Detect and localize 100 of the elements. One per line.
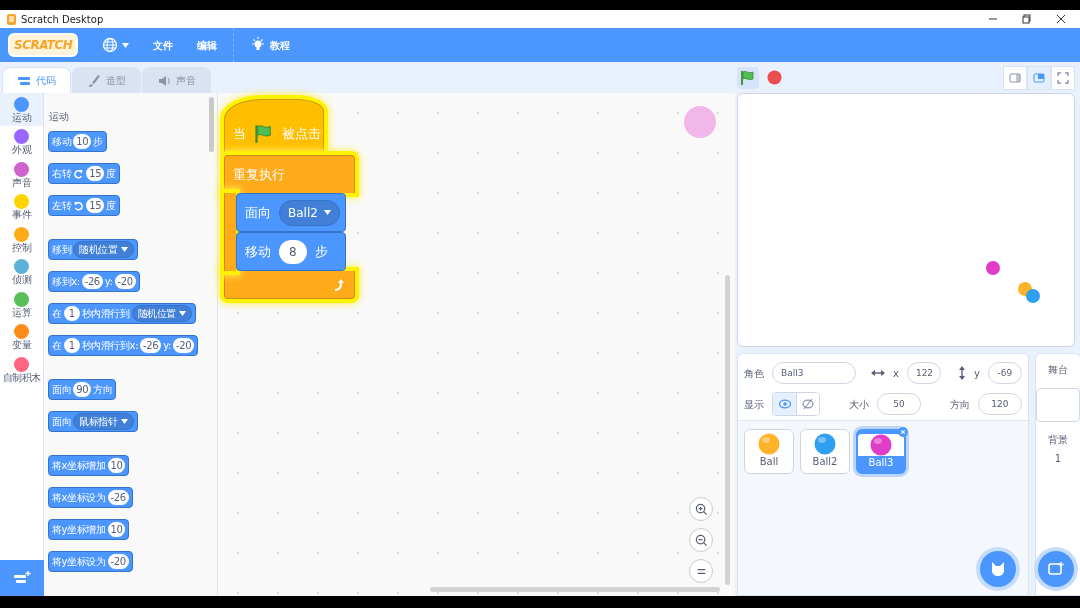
code-block[interactable]: 将x坐标增加 10 [48, 455, 130, 476]
code-block[interactable]: 将x坐标设为 -26 [48, 487, 133, 508]
add-sprite-button[interactable] [979, 551, 1016, 587]
code-block[interactable]: 面向 鼠标指针 [48, 411, 138, 432]
block-label: 右转 [52, 167, 72, 181]
block-label: 左转 [52, 199, 72, 213]
category-item[interactable]: 侦测 [0, 255, 43, 288]
category-item[interactable]: 运动 [0, 93, 43, 126]
backdrop-thumbnail[interactable] [1035, 388, 1080, 422]
sprite-tile[interactable]: Ball [744, 429, 794, 474]
dropdown-menu[interactable]: Ball2 [279, 199, 340, 226]
block-label: 移动 [52, 135, 72, 149]
category-item[interactable]: 控制 [0, 223, 43, 256]
code-block[interactable]: 移到x: -26 y: -20 [48, 271, 140, 292]
number-input[interactable]: 10 [73, 134, 92, 149]
number-input[interactable]: -20 [114, 274, 136, 289]
horizontal-arrow-icon [871, 369, 885, 377]
size-field[interactable]: 50 [876, 393, 921, 415]
category-item[interactable]: 事件 [0, 190, 43, 223]
code-block[interactable]: 移动 10 步 [48, 131, 107, 152]
number-input[interactable]: 1 [63, 306, 80, 321]
scrollbar[interactable] [209, 97, 214, 152]
number-input[interactable]: 90 [73, 382, 92, 397]
extension-icon [13, 570, 31, 586]
code-block[interactable]: 面向 90 方向 [48, 379, 117, 400]
number-input[interactable]: 10 [107, 522, 126, 537]
block-label: 面向 [52, 383, 72, 397]
code-block[interactable]: 在 1 秒内滑行到x: -26 y: -20 [48, 335, 199, 356]
lightbulb-icon [250, 37, 267, 53]
category-item[interactable]: 自制积木 [0, 353, 43, 386]
stop-icon [766, 70, 782, 85]
block-label: 面向 [245, 203, 271, 222]
eye-icon [778, 398, 791, 410]
add-extension-button[interactable] [0, 560, 44, 596]
category-item[interactable]: 声音 [0, 158, 43, 191]
sprite-name: Ball3 [868, 457, 894, 468]
costume-icon [87, 73, 101, 88]
code-block[interactable]: 将y坐标设为 -20 [48, 551, 133, 572]
category-label: 控制 [12, 241, 31, 254]
category-item[interactable]: 变量 [0, 320, 43, 353]
x-field[interactable]: 122 [906, 362, 941, 384]
number-input[interactable]: -20 [173, 338, 195, 353]
block-label: 当 [233, 125, 246, 144]
number-input[interactable]: -20 [107, 554, 129, 569]
window-title: Scratch Desktop [21, 12, 104, 27]
category-label: 变量 [12, 339, 31, 352]
code-block[interactable]: 将y坐标增加 10 [48, 519, 130, 540]
close-icon[interactable] [1056, 14, 1066, 24]
sprite-name: Ball2 [812, 456, 838, 467]
code-block[interactable]: 移到 随机位置 [48, 239, 138, 260]
block-label: 重复执行 [233, 165, 285, 184]
show-button[interactable] [773, 393, 796, 415]
forever-block[interactable]: 重复执行 面向 Ball2 移动 8 步 [224, 155, 355, 299]
zoom-out-button[interactable] [689, 528, 713, 552]
number-input[interactable]: -26 [140, 338, 162, 353]
dropdown-menu[interactable]: 随机位置 [73, 241, 134, 258]
direction-field[interactable]: 120 [977, 393, 1022, 415]
code-block[interactable]: 在 1 秒内滑行到 随机位置 [48, 303, 197, 324]
block-label: 移到x: [52, 275, 80, 289]
zoom-in-icon [693, 501, 709, 517]
scrollbar[interactable] [725, 275, 730, 585]
y-field[interactable]: -69 [987, 362, 1022, 384]
category-item[interactable]: 运算 [0, 288, 43, 321]
delete-icon[interactable] [898, 427, 908, 437]
scrollbar[interactable] [430, 587, 720, 592]
category-item[interactable]: 外观 [0, 125, 43, 158]
stage-layout-button[interactable] [1003, 65, 1027, 90]
sprite-tile[interactable]: Ball2 [800, 429, 850, 474]
block-label: 度 [106, 167, 116, 181]
backdrops-label: 背景 [1047, 433, 1068, 447]
category-label: 运动 [12, 111, 31, 124]
sprite-name-field[interactable]: Ball3 [772, 362, 856, 384]
block-label: 秒内滑行到 [81, 307, 130, 321]
number-input[interactable]: 10 [107, 458, 126, 473]
maximize-icon[interactable] [1022, 14, 1032, 24]
small-stage-icon [1008, 70, 1022, 85]
number-input[interactable]: 15 [86, 166, 105, 181]
code-block[interactable]: 左转 15 度 [48, 195, 120, 216]
zoom-reset-button[interactable] [689, 559, 713, 583]
dropdown-menu[interactable]: 鼠标指针 [73, 413, 134, 430]
number-input[interactable]: 15 [86, 198, 105, 213]
add-backdrop-button[interactable] [1037, 551, 1074, 587]
number-input[interactable]: -26 [81, 274, 103, 289]
flag-button[interactable] [737, 66, 759, 89]
dropdown-menu[interactable]: 随机位置 [131, 305, 193, 322]
caret-icon [323, 210, 331, 215]
block-label: 被点击 [282, 125, 321, 144]
block-label: 度 [106, 199, 116, 213]
number-input[interactable]: 8 [279, 239, 307, 264]
zoom-in-button[interactable] [689, 497, 713, 521]
number-input[interactable]: 1 [63, 338, 80, 353]
category-heading: 运动 [49, 110, 69, 124]
stage-layout-button[interactable] [1027, 65, 1051, 90]
hide-button[interactable] [796, 393, 819, 415]
stage-layout-button[interactable] [1051, 65, 1075, 90]
code-block[interactable]: 移动 8 步 [236, 232, 346, 271]
block-label: 移到 [52, 243, 72, 257]
code-block[interactable]: 右转 15 度 [48, 163, 120, 184]
number-input[interactable]: -26 [107, 490, 129, 505]
code-block[interactable]: 面向 Ball2 [236, 193, 346, 232]
